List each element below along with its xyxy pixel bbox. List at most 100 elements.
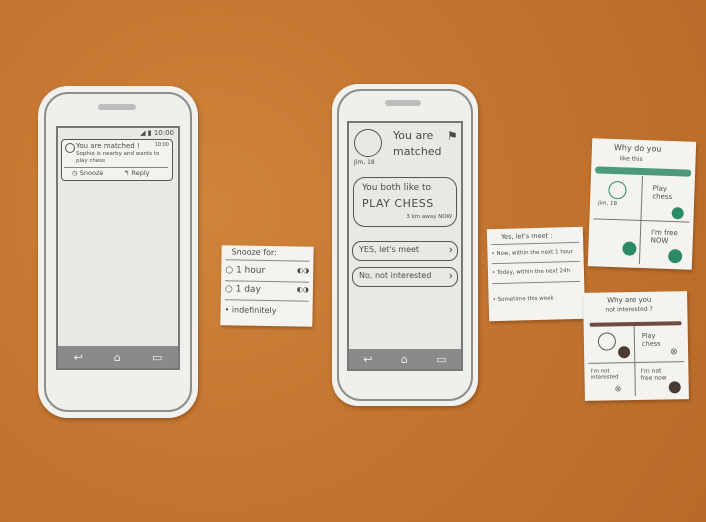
chevron-right-icon: › [448,269,453,282]
distance-text: 3 km away NOW [406,214,452,220]
notification-card[interactable]: You are matched ! 10:00 Sophie is nearby… [61,139,173,181]
reply-action[interactable]: ↰ Reply [124,169,150,177]
snooze-option-3-label: indefinitely [231,305,277,316]
dislike-card-title-1: Why are you [607,295,652,305]
activity-card: You both like to PLAY CHESS 3 km away NO… [353,177,457,227]
speaker-center [385,100,421,106]
like-tag-activity[interactable]: Play chess [652,184,683,201]
radio-icon: ○ [224,284,233,295]
nav-bar-left: ↩ ⌂ ▭ [58,346,178,368]
home-icon[interactable]: ⌂ [114,351,121,364]
toggle-icon: ◐◑ [296,285,310,294]
chevron-right-icon: › [448,243,453,256]
radio-icon: • [491,251,495,258]
check-icon [671,207,684,220]
recent-apps-icon[interactable]: ▭ [436,353,446,366]
dislike-tag-activity[interactable]: Play chess [642,331,672,348]
snooze-option-2-label: 1 day [235,284,261,295]
match-icon [65,143,75,153]
match-header-1: You are [393,129,434,142]
check-icon [622,241,637,256]
meet-option-1-label: Now, within the next 1 hour [496,249,573,258]
back-icon[interactable]: ↩ [74,351,83,364]
snooze-rule-1 [225,280,310,283]
dot-icon [668,381,681,394]
radio-icon: • [492,297,496,304]
signal-icon: ◢ ▮ [140,129,152,137]
feedback-card-like: Why do you like this Jim, 18 Play chess … [587,138,697,270]
like-card-title-1: Why do you [613,142,662,154]
meet-option-2-label: Today, within the next 24h [496,268,571,277]
reply-icon: ↰ [124,169,130,177]
clock-icon: ◷ [72,169,78,177]
recent-apps-icon[interactable]: ▭ [152,351,162,364]
notification-divider [64,167,168,168]
speaker-left [98,104,136,110]
meet-card: Yes, let's meet : • Now, within the next… [486,226,586,322]
dislike-tag-not-interested[interactable]: I'm not interested [590,368,630,380]
grid-horizontal-rule [588,361,685,364]
cross-icon: ⊗ [614,384,622,394]
activity-text: PLAY CHESS [362,197,434,210]
meet-option-3[interactable]: • Sometime this week [493,296,554,304]
radio-icon: • [491,270,496,277]
notification-body-1: Sophie is nearby and wants to [76,151,160,157]
radio-icon: ○ [225,265,234,276]
not-interested-button[interactable]: No, not interested › [352,267,458,287]
yes-meet-label: YES, let's meet [359,245,420,254]
status-bar: ◢ ▮ 10:00 [140,129,174,137]
dislike-card-title-2: not interested ? [605,305,653,314]
both-like-text: You both like to [362,183,432,193]
radio-icon: • [224,305,230,315]
nav-bar-center: ↩ ⌂ ▭ [349,349,461,369]
check-icon [667,248,683,264]
back-icon[interactable]: ↩ [363,353,372,366]
phone-frame-left: ◢ ▮ 10:00 You are matched ! 10:00 Sophie… [44,92,192,412]
notification-body-2: play chess [76,158,106,164]
like-card-title-2: like this [619,155,643,163]
reply-label: Reply [131,169,150,177]
meet-card-title: Yes, let's meet : [500,231,553,241]
snooze-label: Snooze [79,169,104,177]
snooze-option-1-label: 1 hour [235,265,266,276]
phone-paper-left: ◢ ▮ 10:00 You are matched ! 10:00 Sophie… [38,86,198,418]
meet-rule-2 [492,280,581,285]
phone-paper-center: Jim, 18 You are matched ⚑ You both like … [332,84,478,406]
dislike-tag-time[interactable]: I'm not free now [640,367,674,382]
snooze-option-3[interactable]: • indefinitely [225,305,277,315]
like-tag-time[interactable]: I'm free NOW [651,228,682,245]
notification-time: 10:00 [154,142,169,148]
meet-option-2[interactable]: • Today, within the next 24h [492,268,570,276]
snooze-action[interactable]: ◷ Snooze [72,169,103,177]
toggle-icon: ◐◑ [296,266,310,275]
avatar [354,129,382,157]
phone-frame-center: Jim, 18 You are matched ⚑ You both like … [337,89,473,401]
snooze-rule-2 [224,299,309,302]
cross-icon: ⊗ [670,347,678,358]
feedback-card-not-interested: Why are you not interested ? Play chess … [583,291,689,401]
yes-meet-button[interactable]: YES, let's meet › [352,241,458,261]
notification-title: You are matched ! [76,142,140,150]
meet-title-rule [491,241,580,246]
screen-left: ◢ ▮ 10:00 You are matched ! 10:00 Sophie… [56,126,180,370]
not-interested-label: No, not interested [359,271,432,280]
snooze-option-2[interactable]: ○ 1 day ◐◑ [225,284,309,295]
match-header-2: matched [393,145,442,158]
meet-option-1[interactable]: • Now, within the next 1 hour [491,249,573,257]
status-time: 10:00 [153,129,174,137]
screen-center: Jim, 18 You are matched ⚑ You both like … [347,121,463,371]
snooze-title-rule [225,259,310,262]
snooze-card-title: Snooze for: [231,247,277,258]
snooze-option-1[interactable]: ○ 1 hour ◐◑ [225,265,309,276]
home-icon[interactable]: ⌂ [401,353,408,366]
highlight-stroke [595,166,692,177]
strike-stroke [589,321,682,327]
dislike-avatar-icon [597,332,617,351]
like-tag-person: Jim, 18 [597,200,618,208]
flag-icon[interactable]: ⚑ [447,129,458,143]
like-avatar-icon [608,180,627,200]
meet-option-3-label: Sometime this week [497,295,554,304]
avatar-caption: Jim, 18 [354,159,375,166]
meet-rule-1 [491,260,580,265]
snooze-card: Snooze for: ○ 1 hour ◐◑ ○ 1 day ◐◑ • ind… [220,245,314,327]
